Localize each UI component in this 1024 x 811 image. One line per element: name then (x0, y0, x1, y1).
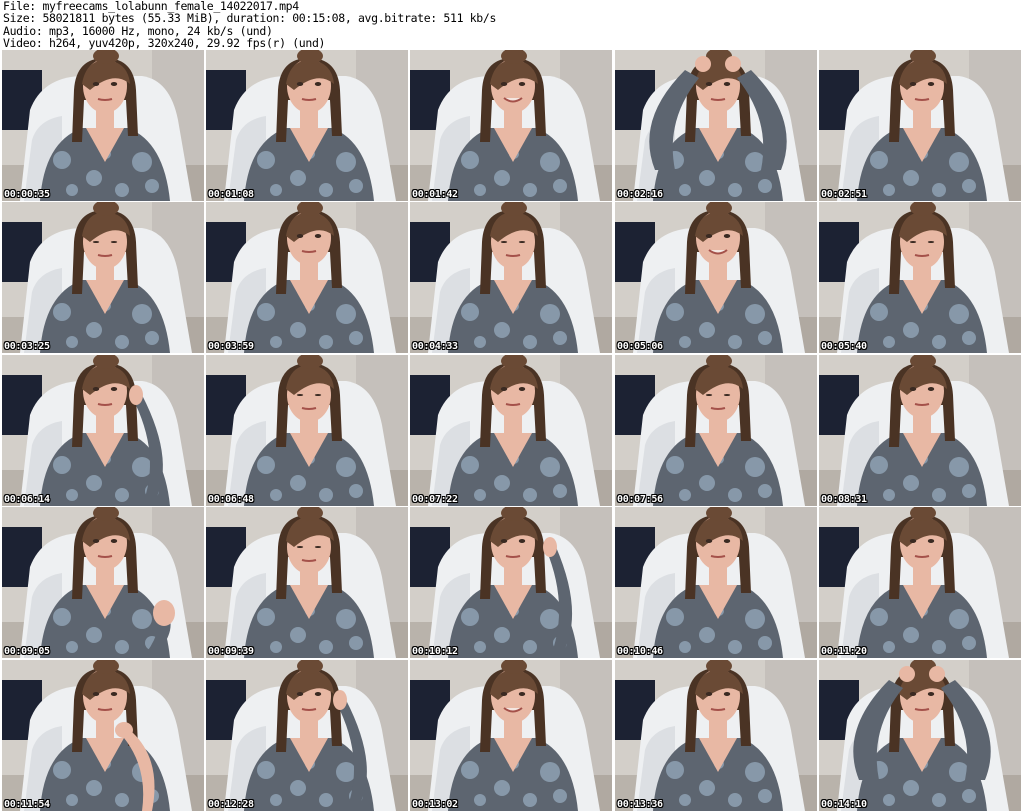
thumbnail-frame-image (206, 355, 408, 506)
thumbnail-timestamp: 00:11:54 (4, 799, 50, 810)
thumbnail-timestamp: 00:13:02 (412, 799, 458, 810)
thumbnail-timestamp: 00:12:28 (208, 799, 254, 810)
video-thumbnail: 00:09:05 (2, 507, 204, 658)
thumbnail-frame-image (819, 507, 1021, 658)
thumbnail-timestamp: 00:05:06 (617, 341, 663, 352)
video-thumbnail: 00:02:51 (819, 50, 1021, 201)
video-thumbnail: 00:12:28 (206, 660, 408, 811)
thumbnail-timestamp: 00:09:05 (4, 646, 50, 657)
thumbnail-timestamp: 00:03:25 (4, 341, 50, 352)
thumbnail-frame-image (819, 355, 1021, 506)
thumbnail-timestamp: 00:01:42 (412, 189, 458, 200)
file-info-header: File: myfreecams_lolabunn_female_1402201… (3, 0, 1021, 50)
video-thumbnail: 00:01:08 (206, 50, 408, 201)
video-thumbnail: 00:00:35 (2, 50, 204, 201)
thumbnail-timestamp: 00:02:16 (617, 189, 663, 200)
thumbnail-frame-image (2, 660, 204, 811)
video-thumbnail: 00:05:40 (819, 202, 1021, 353)
thumbnail-frame-image (410, 507, 612, 658)
thumbnail-frame-image (615, 355, 817, 506)
video-thumbnail: 00:02:16 (615, 50, 817, 201)
video-thumbnail: 00:14:10 (819, 660, 1021, 811)
thumbnail-frame-image (2, 507, 204, 658)
video-thumbnail: 00:13:36 (615, 660, 817, 811)
thumbnail-frame-image (410, 50, 612, 201)
video-thumbnail: 00:13:02 (410, 660, 612, 811)
thumbnail-frame-image (819, 50, 1021, 201)
video-thumbnail: 00:10:12 (410, 507, 612, 658)
thumbnail-timestamp: 00:01:08 (208, 189, 254, 200)
thumbnail-timestamp: 00:10:12 (412, 646, 458, 657)
thumbnail-frame-image (615, 50, 817, 201)
thumbnail-frame-image (819, 202, 1021, 353)
thumbnail-timestamp: 00:11:20 (821, 646, 867, 657)
thumbnail-timestamp: 00:04:33 (412, 341, 458, 352)
video-thumbnail: 00:01:42 (410, 50, 612, 201)
thumbnail-timestamp: 00:09:39 (208, 646, 254, 657)
thumbnail-frame-image (410, 660, 612, 811)
video-thumbnail: 00:05:06 (615, 202, 817, 353)
thumbnail-timestamp: 00:10:46 (617, 646, 663, 657)
thumbnail-frame-image (206, 660, 408, 811)
thumbnail-timestamp: 00:08:31 (821, 494, 867, 505)
thumbnail-grid: 00:00:35 00:01:08 00:01:42 00:02:16 00:02:51… (0, 50, 1024, 811)
thumbnail-frame-image (206, 50, 408, 201)
video-thumbnail: 00:04:33 (410, 202, 612, 353)
thumbnail-frame-image (2, 355, 204, 506)
thumbnail-frame-image (410, 355, 612, 506)
video-thumbnail: 00:09:39 (206, 507, 408, 658)
video-info-line: Video: h264, yuv420p, 320x240, 29.92 fps… (3, 35, 326, 50)
thumbnail-timestamp: 00:06:48 (208, 494, 254, 505)
thumbnail-timestamp: 00:02:51 (821, 189, 867, 200)
thumbnail-frame-image (2, 50, 204, 201)
thumbnail-frame-image (615, 507, 817, 658)
thumbnail-frame-image (615, 202, 817, 353)
thumbnail-timestamp: 00:05:40 (821, 341, 867, 352)
video-thumbnail: 00:03:25 (2, 202, 204, 353)
thumbnail-timestamp: 00:07:22 (412, 494, 458, 505)
thumbnail-timestamp: 00:14:10 (821, 799, 867, 810)
thumbnail-timestamp: 00:06:14 (4, 494, 50, 505)
video-thumbnail: 00:03:59 (206, 202, 408, 353)
thumbnail-timestamp: 00:13:36 (617, 799, 663, 810)
thumbnail-frame-image (819, 660, 1021, 811)
thumbnail-frame-image (2, 202, 204, 353)
thumbnail-timestamp: 00:03:59 (208, 341, 254, 352)
video-thumbnail: 00:07:56 (615, 355, 817, 506)
video-thumbnail: 00:11:54 (2, 660, 204, 811)
thumbnail-frame-image (410, 202, 612, 353)
video-thumbnail: 00:06:14 (2, 355, 204, 506)
video-thumbnail: 00:06:48 (206, 355, 408, 506)
thumbnail-timestamp: 00:00:35 (4, 189, 50, 200)
thumbnail-timestamp: 00:07:56 (617, 494, 663, 505)
thumbnail-frame-image (615, 660, 817, 811)
file-size-line: Size: 58021811 bytes (55.33 MiB), durati… (3, 11, 497, 26)
thumbnail-frame-image (206, 202, 408, 353)
video-thumbnail: 00:11:20 (819, 507, 1021, 658)
thumbnail-frame-image (206, 507, 408, 658)
video-thumbnail: 00:07:22 (410, 355, 612, 506)
video-thumbnail: 00:10:46 (615, 507, 817, 658)
video-thumbnail: 00:08:31 (819, 355, 1021, 506)
